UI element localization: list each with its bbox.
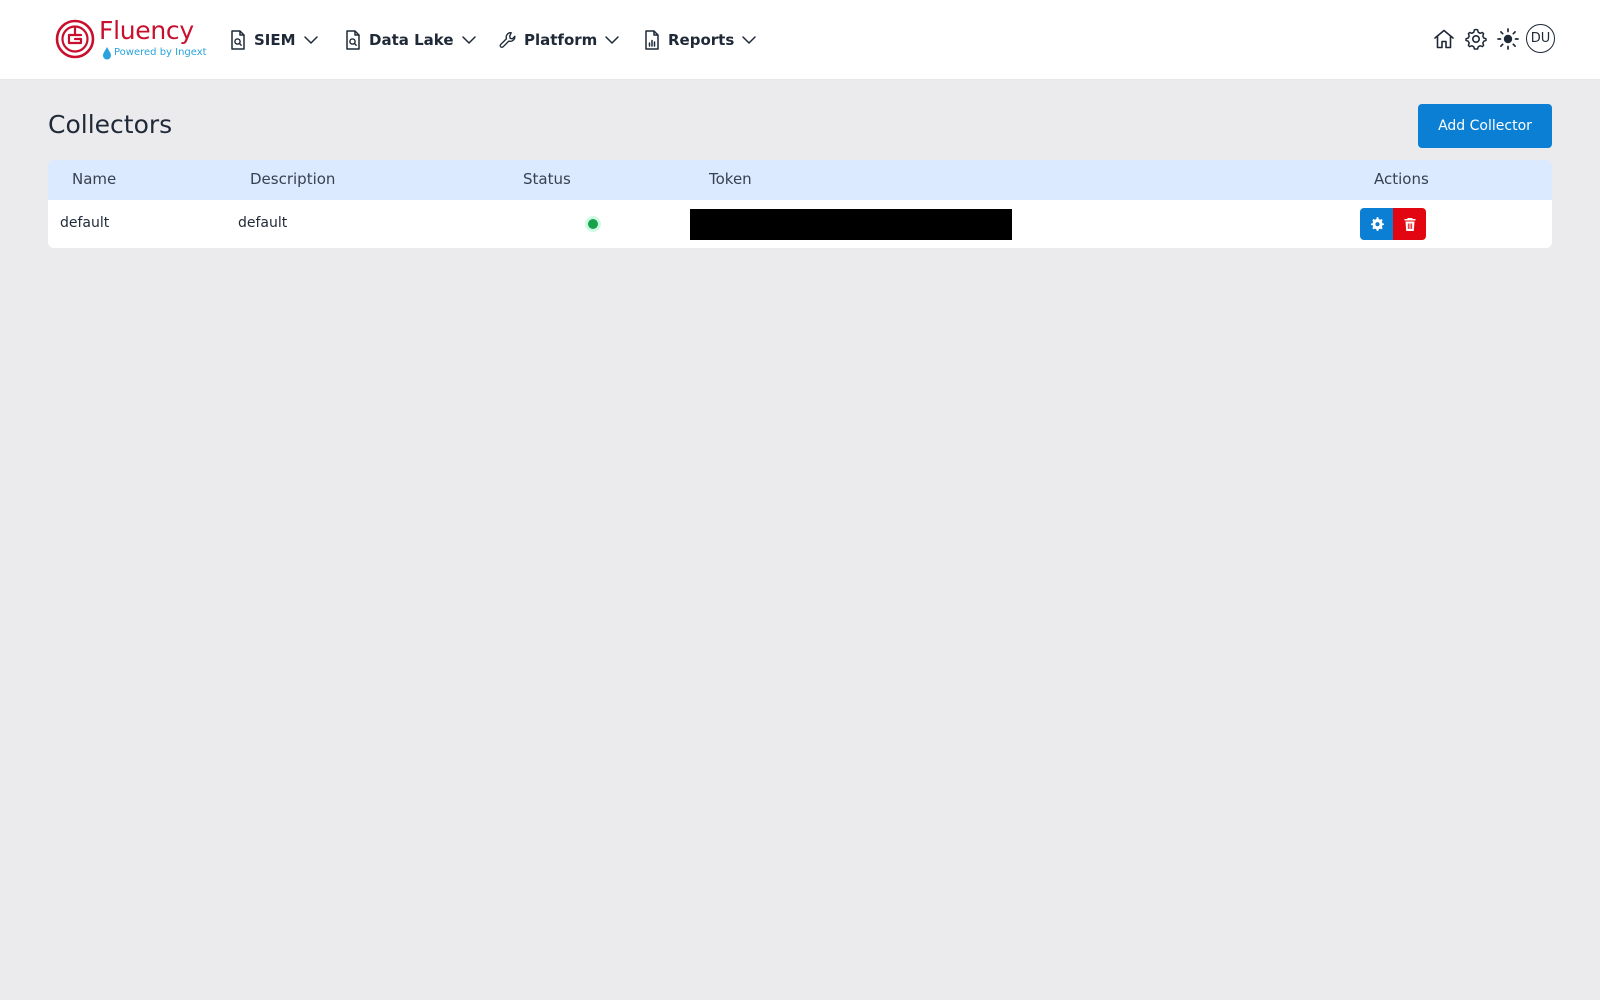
- file-chart-icon: [645, 30, 659, 50]
- status-indicator: [585, 216, 601, 232]
- collector-name: default: [60, 215, 110, 231]
- collectors-table: Name Description Status Token Actions de…: [48, 160, 1552, 248]
- droplet-icon: [103, 47, 111, 60]
- file-search-icon: [231, 30, 245, 50]
- gear-icon: [1370, 217, 1384, 231]
- collector-settings-button[interactable]: [1360, 208, 1393, 240]
- column-header-actions: Actions: [1374, 170, 1429, 188]
- collector-delete-button[interactable]: [1393, 208, 1426, 240]
- chevron-down-icon: [303, 36, 318, 44]
- column-header-description[interactable]: Description: [250, 170, 335, 188]
- trash-icon: [1404, 218, 1415, 231]
- home-icon[interactable]: [1432, 27, 1456, 51]
- nav-siem-label: SIEM: [254, 31, 296, 49]
- page-title: Collectors: [48, 110, 173, 139]
- nav-reports[interactable]: Reports: [642, 24, 757, 56]
- fluency-logo[interactable]: Fluency Powered by Ingext: [55, 16, 207, 62]
- brand-name: Fluency: [99, 16, 194, 45]
- fluency-logo-icon: [55, 19, 95, 59]
- brand-tagline-text: Powered by Ingext: [114, 47, 207, 58]
- column-header-status[interactable]: Status: [523, 170, 571, 188]
- chevron-down-icon: [605, 36, 620, 44]
- user-avatar[interactable]: DU: [1526, 24, 1555, 53]
- chevron-down-icon: [742, 36, 757, 44]
- nav-reports-label: Reports: [668, 31, 735, 49]
- gear-icon[interactable]: [1464, 27, 1488, 51]
- nav-data-lake[interactable]: Data Lake: [343, 24, 477, 56]
- nav-data-lake-label: Data Lake: [369, 31, 454, 49]
- table-row[interactable]: default default: [48, 200, 1552, 248]
- column-header-token[interactable]: Token: [709, 170, 752, 188]
- add-collector-button[interactable]: Add Collector: [1418, 104, 1552, 148]
- chevron-down-icon: [461, 36, 476, 44]
- table-header: Name Description Status Token Actions: [48, 160, 1552, 200]
- sun-icon[interactable]: [1496, 27, 1520, 51]
- collector-token: [690, 209, 1012, 240]
- file-search-icon: [346, 30, 360, 50]
- collector-description: default: [238, 215, 288, 231]
- nav-platform-label: Platform: [524, 31, 598, 49]
- nav-platform[interactable]: Platform: [498, 24, 620, 56]
- nav-siem[interactable]: SIEM: [228, 24, 319, 56]
- top-navbar: Fluency Powered by Ingext SIEM Data Lake: [0, 0, 1600, 80]
- column-header-name[interactable]: Name: [72, 170, 116, 188]
- wrench-icon: [499, 32, 516, 48]
- brand-tagline: Powered by Ingext: [101, 46, 207, 60]
